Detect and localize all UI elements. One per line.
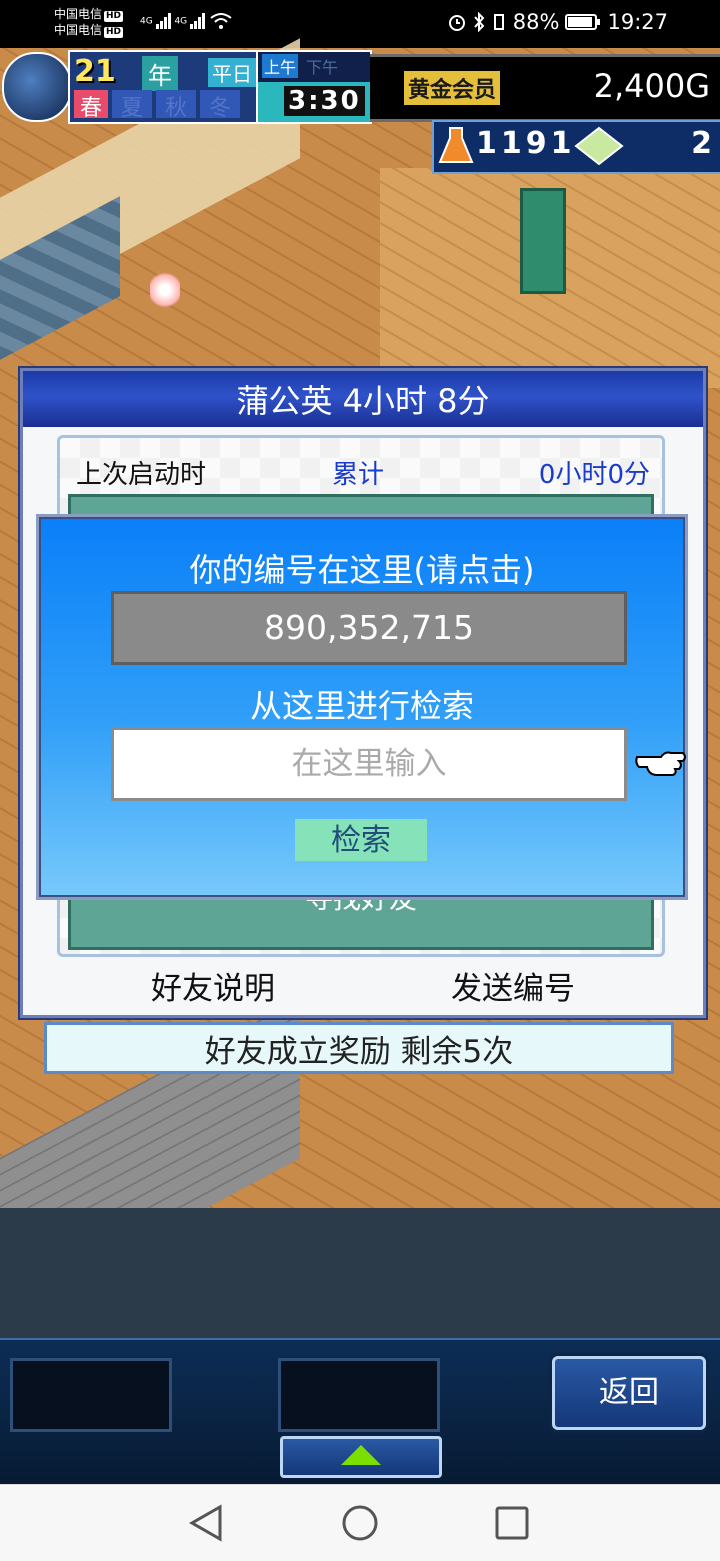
id-caption: 你的编号在这里(请点击) (189, 551, 535, 589)
panel-title: 蒲公英 4小时 8分 (23, 371, 703, 427)
system-nav-bar (0, 1484, 720, 1561)
carrier-block: 中国电信 HD 中国电信 HD (54, 6, 124, 38)
season-summer: 夏 (112, 90, 152, 121)
alarm-icon (448, 15, 465, 31)
network-type-2: 4G (174, 16, 188, 27)
send-id-button[interactable]: 发送编号 (423, 963, 603, 1008)
expand-menu-button[interactable] (280, 1436, 442, 1478)
last-launch-label: 上次启动时 (76, 460, 207, 490)
battery-percent: 88% (512, 10, 560, 34)
pm-label: 下午 (306, 58, 339, 77)
scene-door (520, 188, 566, 294)
reward-bar: 好友成立奖励 剩余5次 (44, 1022, 674, 1074)
friend-search-dialog: 你的编号在这里(请点击) 890,352,715 从这里进行检索 在这里输入 检… (36, 514, 688, 900)
signal-icon (155, 13, 171, 29)
battery-icon (565, 14, 601, 30)
triangle-up-icon (341, 1445, 381, 1465)
am-label: 上午 (262, 54, 299, 78)
ticket-icon (574, 126, 624, 166)
scene-lamp (150, 270, 180, 310)
flask-icon (438, 127, 474, 163)
year-number: 21 (74, 54, 116, 89)
gold-bar: 黄金会员 2,400G (370, 54, 720, 122)
pointing-hand-icon (635, 751, 686, 776)
vibrate-icon (493, 14, 504, 30)
friend-help-button[interactable]: 好友说明 (123, 963, 303, 1008)
signal-block: 4G 4G (140, 12, 233, 30)
game-logo-icon[interactable] (2, 52, 72, 122)
research-points: 1191 (476, 126, 576, 161)
year-unit: 年 (142, 56, 178, 91)
calendar-box: 21 年 平日 春 夏 秋 冬 (68, 50, 260, 124)
cumulative-label: 累计 (332, 460, 385, 490)
scene-water (0, 1208, 720, 1338)
season-spring: 春 (74, 90, 108, 121)
cumulative-value: 0小时0分 (538, 460, 650, 490)
network-type-1: 4G (140, 16, 153, 27)
ticket-count: 2 (691, 126, 712, 161)
search-caption: 从这里进行检索 (249, 687, 474, 725)
carrier-1: 中国电信 (54, 7, 103, 21)
search-button[interactable]: 检索 (295, 819, 427, 861)
player-id-field[interactable]: 890,352,715 (111, 591, 627, 665)
membership-badge[interactable]: 黄金会员 (404, 71, 501, 105)
hd-badge-2: HD (104, 27, 124, 38)
clock-box: 上午 下午 3:30 (256, 50, 372, 124)
back-button[interactable]: 返回 (552, 1356, 706, 1430)
search-input[interactable]: 在这里输入 (111, 727, 627, 801)
resource-bar: 1191 2 (432, 120, 720, 174)
carrier-2: 中国电信 (54, 23, 103, 37)
status-right: 88% 19:27 (447, 10, 668, 34)
game-clock: 3:30 (284, 86, 365, 116)
bluetooth-icon (474, 12, 485, 32)
nav-home-icon[interactable] (340, 1503, 380, 1543)
toolbar-slot-1[interactable] (10, 1358, 172, 1432)
gold-amount: 2,400G (593, 67, 710, 105)
status-bar: 中国电信 HD 中国电信 HD 4G 4G 88% 19:27 (0, 0, 720, 48)
hd-badge-1: HD (104, 11, 124, 22)
season-autumn: 秋 (156, 90, 196, 121)
toolbar-slot-2[interactable] (278, 1358, 440, 1432)
nav-back-icon[interactable] (188, 1503, 224, 1543)
day-type: 平日 (208, 58, 256, 87)
season-winter: 冬 (200, 90, 240, 121)
clock-time: 19:27 (607, 10, 668, 34)
wifi-icon (210, 13, 232, 29)
signal-icon (190, 13, 206, 29)
nav-recents-icon[interactable] (494, 1505, 530, 1541)
